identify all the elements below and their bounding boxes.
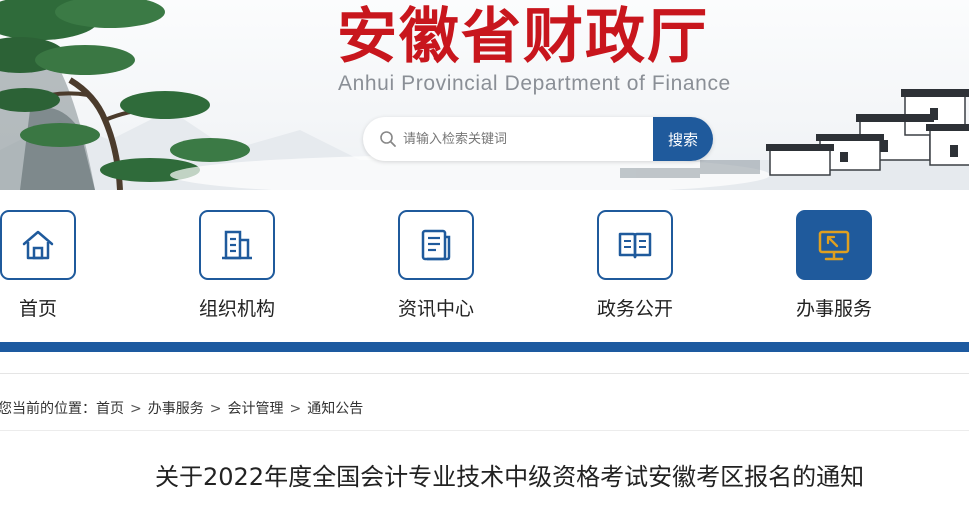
breadcrumb-link-home[interactable]: 首页 (96, 401, 124, 417)
breadcrumb-separator: > (130, 401, 142, 417)
divider (0, 430, 969, 431)
nav-tile (398, 210, 474, 280)
nav-item-organization[interactable]: 组织机构 (177, 210, 297, 330)
header-banner: 安徽省财政厅 Anhui Provincial Department of Fi… (0, 0, 969, 190)
breadcrumb-separator: > (289, 401, 302, 417)
open-book-icon (618, 232, 652, 259)
breadcrumb-prefix: 您当前的位置： (0, 401, 96, 417)
search-box: 搜索 (363, 117, 713, 161)
breadcrumb-link-accounting[interactable]: 会计管理 (227, 401, 283, 417)
nav-item-home[interactable]: 首页 (0, 210, 98, 330)
nav-label: 政务公开 (596, 298, 673, 320)
news-icon (421, 229, 451, 261)
home-icon (22, 230, 54, 260)
nav-label: 资讯中心 (397, 298, 474, 320)
search-input[interactable] (403, 117, 651, 161)
article-title: 关于2022年度全国会计专业技术中级资格考试安徽考区报名的通知 (155, 463, 865, 491)
nav-tile (597, 210, 673, 280)
breadcrumb-separator: > (209, 401, 222, 417)
nav-tile (0, 210, 76, 280)
nav-item-government-affairs[interactable]: 政务公开 (575, 210, 695, 330)
nav-tile (199, 210, 275, 280)
site-subtitle: Anhui Provincial Department of Finance (338, 72, 731, 95)
nav-item-news[interactable]: 资讯中心 (376, 210, 496, 330)
main-nav: 首页 组织机构 资讯中心 政务公开 办事服务 (0, 190, 969, 340)
nav-label: 组织机构 (198, 298, 275, 320)
nav-item-services[interactable]: 办事服务 (774, 210, 894, 330)
monitor-icon (818, 230, 850, 261)
breadcrumb-link-notices[interactable]: 通知公告 (307, 401, 363, 417)
breadcrumb: 您当前的位置：首页 > 办事服务 > 会计管理 > 通知公告 (0, 398, 363, 418)
divider (0, 373, 969, 374)
search-button[interactable]: 搜索 (653, 117, 713, 161)
site-title: 安徽省财政厅 (337, 2, 709, 72)
building-icon (222, 230, 252, 260)
search-icon (380, 131, 396, 147)
nav-label: 首页 (18, 298, 57, 320)
breadcrumb-link-services[interactable]: 办事服务 (148, 401, 204, 417)
nav-tile (796, 210, 872, 280)
nav-underline-bar (0, 342, 969, 352)
nav-label: 办事服务 (795, 298, 872, 320)
